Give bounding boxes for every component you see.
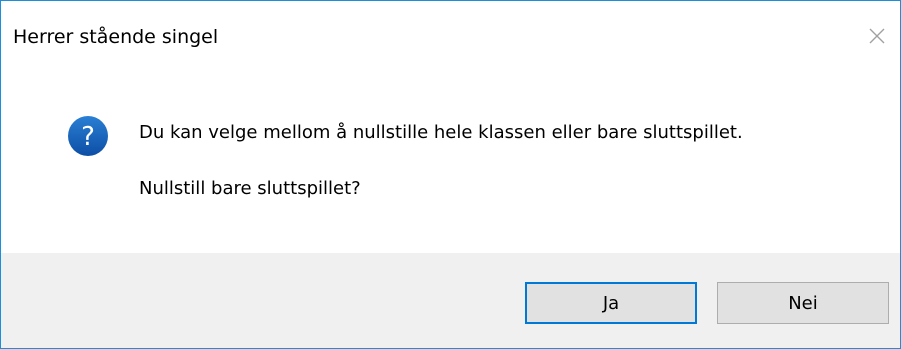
close-icon	[869, 28, 885, 44]
title-bar: Herrer stående singel	[1, 1, 900, 71]
button-bar: Ja Nei	[1, 253, 900, 348]
message-dialog: Herrer stående singel ? Du kan velge mel…	[0, 0, 901, 349]
yes-button[interactable]: Ja	[525, 282, 697, 324]
question-icon: ?	[68, 116, 108, 156]
no-button[interactable]: Nei	[717, 282, 889, 324]
close-button[interactable]	[858, 19, 896, 53]
svg-text:?: ?	[81, 122, 95, 152]
dialog-content: ? Du kan velge mellom å nullstille hele …	[1, 71, 900, 251]
question-text: Nullstill bare sluttspillet?	[139, 178, 361, 199]
dialog-title: Herrer stående singel	[13, 26, 219, 48]
message-text: Du kan velge mellom å nullstille hele kl…	[139, 122, 743, 143]
